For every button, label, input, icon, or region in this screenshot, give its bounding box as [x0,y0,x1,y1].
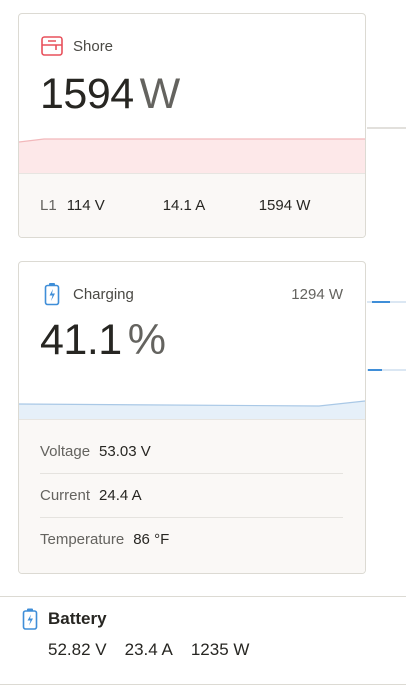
charger-power: 1294 W [291,286,343,303]
battery-title: Battery [48,609,107,628]
phase-label: L1 [40,197,57,214]
battery-icon [22,608,40,630]
charger-connector-top-accent [372,301,390,303]
charger-footer: Voltage 53.03 V Current 24.4 A Temperatu… [19,419,365,573]
temperature-label: Temperature [40,530,125,548]
voltage-value: 53.03 V [99,442,151,460]
shore-sparkline [19,138,365,174]
shore-connector [367,127,406,129]
temperature-row: Temperature 86 °F [40,517,343,561]
voltage-label: Voltage [40,442,91,460]
charger-card[interactable]: Charging 1294 W 41.1% Voltage 53.03 V Cu… [18,261,366,574]
shore-value-unit: W [139,70,181,118]
shore-power: 1594 W [258,197,311,214]
battery-voltage: 52.82 V [48,640,107,659]
charger-header: Charging [40,282,134,306]
charger-connector-bottom-accent [368,369,382,371]
shore-footer: L1 114 V 14.1 A 1594 W [19,173,365,237]
battery-summary[interactable]: Battery 52.82 V 23.4 A 1235 W [22,608,249,660]
charger-value-unit: % [127,316,166,364]
current-value: 24.4 A [99,486,142,504]
shore-card[interactable]: Shore 1594 W L1 114 V 14.1 A 1594 W [18,13,366,238]
shore-header: Shore [40,34,113,58]
shore-value-number: 1594 [40,70,134,118]
shore-title: Shore [73,37,114,55]
battery-separator-bottom [0,684,406,685]
current-row: Current 24.4 A [40,473,343,518]
shore-power-value: 1594 W [40,70,180,119]
battery-current: 23.4 A [124,640,173,659]
voltage-row: Voltage 53.03 V [40,429,343,474]
battery-charging-icon [40,282,64,306]
charger-title: Charging [73,285,134,303]
shore-current: 14.1 A [162,197,206,214]
current-label: Current [40,486,91,504]
battery-separator-top [0,596,406,597]
shore-icon [40,34,64,58]
battery-power: 1235 W [190,640,250,659]
temperature-value: 86 °F [133,530,170,548]
charger-value-number: 41.1 [40,316,122,364]
charger-sparkline [19,400,365,420]
charger-soc-value: 41.1% [40,316,166,365]
shore-voltage: 114 V [66,197,105,214]
